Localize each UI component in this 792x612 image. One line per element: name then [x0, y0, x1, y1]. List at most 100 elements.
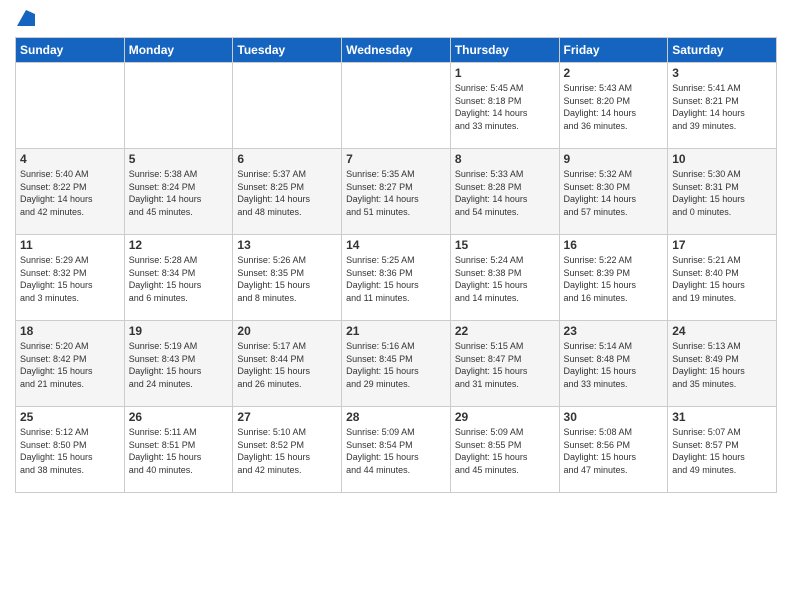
day-number: 6 [237, 152, 337, 166]
day-info: Sunrise: 5:22 AM Sunset: 8:39 PM Dayligh… [564, 254, 664, 304]
day-number: 9 [564, 152, 664, 166]
calendar-cell: 5Sunrise: 5:38 AM Sunset: 8:24 PM Daylig… [124, 149, 233, 235]
calendar-cell: 26Sunrise: 5:11 AM Sunset: 8:51 PM Dayli… [124, 407, 233, 493]
day-info: Sunrise: 5:26 AM Sunset: 8:35 PM Dayligh… [237, 254, 337, 304]
day-number: 26 [129, 410, 229, 424]
calendar-header: SundayMondayTuesdayWednesdayThursdayFrid… [16, 38, 777, 63]
day-number: 23 [564, 324, 664, 338]
day-number: 19 [129, 324, 229, 338]
weekday-header-tuesday: Tuesday [233, 38, 342, 63]
day-info: Sunrise: 5:40 AM Sunset: 8:22 PM Dayligh… [20, 168, 120, 218]
calendar-cell: 8Sunrise: 5:33 AM Sunset: 8:28 PM Daylig… [450, 149, 559, 235]
day-info: Sunrise: 5:28 AM Sunset: 8:34 PM Dayligh… [129, 254, 229, 304]
weekday-header-thursday: Thursday [450, 38, 559, 63]
day-info: Sunrise: 5:08 AM Sunset: 8:56 PM Dayligh… [564, 426, 664, 476]
day-number: 3 [672, 66, 772, 80]
day-number: 14 [346, 238, 446, 252]
day-info: Sunrise: 5:30 AM Sunset: 8:31 PM Dayligh… [672, 168, 772, 218]
header [15, 10, 777, 29]
calendar-week-4: 18 Sunrise: 5:20 AM Sunset: 8:42 PM Dayli… [16, 321, 777, 407]
calendar-cell: 30 Sunrise: 5:08 AM Sunset: 8:56 PM Dayli… [559, 407, 668, 493]
calendar-cell: 16 Sunrise: 5:22 AM Sunset: 8:39 PM Dayli… [559, 235, 668, 321]
calendar-cell: 18 Sunrise: 5:20 AM Sunset: 8:42 PM Dayli… [16, 321, 125, 407]
day-info: Sunrise: 5:29 AM Sunset: 8:32 PM Dayligh… [20, 254, 120, 304]
calendar-week-3: 11 Sunrise: 5:29 AM Sunset: 8:32 PM Dayli… [16, 235, 777, 321]
day-info: Sunrise: 5:33 AM Sunset: 8:28 PM Dayligh… [455, 168, 555, 218]
calendar: SundayMondayTuesdayWednesdayThursdayFrid… [15, 37, 777, 493]
calendar-cell: 3 Sunrise: 5:41 AM Sunset: 8:21 PM Daylig… [668, 63, 777, 149]
day-info: Sunrise: 5:45 AM Sunset: 8:18 PM Dayligh… [455, 82, 555, 132]
calendar-cell: 21 Sunrise: 5:16 AM Sunset: 8:45 PM Dayli… [342, 321, 451, 407]
day-info: Sunrise: 5:38 AM Sunset: 8:24 PM Dayligh… [129, 168, 229, 218]
day-number: 30 [564, 410, 664, 424]
page: SundayMondayTuesdayWednesdayThursdayFrid… [0, 0, 792, 612]
calendar-cell: 17Sunrise: 5:21 AM Sunset: 8:40 PM Dayli… [668, 235, 777, 321]
calendar-cell: 10 Sunrise: 5:30 AM Sunset: 8:31 PM Dayli… [668, 149, 777, 235]
day-number: 31 [672, 410, 772, 424]
day-info: Sunrise: 5:15 AM Sunset: 8:47 PM Dayligh… [455, 340, 555, 390]
calendar-cell [342, 63, 451, 149]
logo-icon [17, 10, 35, 26]
day-info: Sunrise: 5:25 AM Sunset: 8:36 PM Dayligh… [346, 254, 446, 304]
day-number: 20 [237, 324, 337, 338]
calendar-cell: 12 Sunrise: 5:28 AM Sunset: 8:34 PM Dayli… [124, 235, 233, 321]
day-info: Sunrise: 5:20 AM Sunset: 8:42 PM Dayligh… [20, 340, 120, 390]
logo [15, 10, 35, 29]
calendar-cell: 11 Sunrise: 5:29 AM Sunset: 8:32 PM Dayli… [16, 235, 125, 321]
calendar-cell [16, 63, 125, 149]
day-info: Sunrise: 5:17 AM Sunset: 8:44 PM Dayligh… [237, 340, 337, 390]
day-info: Sunrise: 5:13 AM Sunset: 8:49 PM Dayligh… [672, 340, 772, 390]
day-info: Sunrise: 5:09 AM Sunset: 8:54 PM Dayligh… [346, 426, 446, 476]
calendar-cell: 2 Sunrise: 5:43 AM Sunset: 8:20 PM Daylig… [559, 63, 668, 149]
weekday-header-monday: Monday [124, 38, 233, 63]
weekday-header-sunday: Sunday [16, 38, 125, 63]
day-number: 17 [672, 238, 772, 252]
calendar-cell: 19 Sunrise: 5:19 AM Sunset: 8:43 PM Dayli… [124, 321, 233, 407]
day-info: Sunrise: 5:41 AM Sunset: 8:21 PM Dayligh… [672, 82, 772, 132]
day-number: 24 [672, 324, 772, 338]
day-number: 28 [346, 410, 446, 424]
day-info: Sunrise: 5:10 AM Sunset: 8:52 PM Dayligh… [237, 426, 337, 476]
calendar-cell: 15 Sunrise: 5:24 AM Sunset: 8:38 PM Dayli… [450, 235, 559, 321]
day-number: 13 [237, 238, 337, 252]
day-number: 21 [346, 324, 446, 338]
calendar-body: 1Sunrise: 5:45 AM Sunset: 8:18 PM Daylig… [16, 63, 777, 493]
day-number: 27 [237, 410, 337, 424]
calendar-cell: 14 Sunrise: 5:25 AM Sunset: 8:36 PM Dayli… [342, 235, 451, 321]
calendar-week-5: 25 Sunrise: 5:12 AM Sunset: 8:50 PM Dayli… [16, 407, 777, 493]
day-number: 2 [564, 66, 664, 80]
day-info: Sunrise: 5:14 AM Sunset: 8:48 PM Dayligh… [564, 340, 664, 390]
day-info: Sunrise: 5:19 AM Sunset: 8:43 PM Dayligh… [129, 340, 229, 390]
day-info: Sunrise: 5:07 AM Sunset: 8:57 PM Dayligh… [672, 426, 772, 476]
calendar-cell: 25 Sunrise: 5:12 AM Sunset: 8:50 PM Dayli… [16, 407, 125, 493]
calendar-cell: 20 Sunrise: 5:17 AM Sunset: 8:44 PM Dayli… [233, 321, 342, 407]
day-number: 15 [455, 238, 555, 252]
calendar-cell: 6 Sunrise: 5:37 AM Sunset: 8:25 PM Daylig… [233, 149, 342, 235]
day-info: Sunrise: 5:35 AM Sunset: 8:27 PM Dayligh… [346, 168, 446, 218]
calendar-cell: 29 Sunrise: 5:09 AM Sunset: 8:55 PM Dayli… [450, 407, 559, 493]
calendar-week-1: 1Sunrise: 5:45 AM Sunset: 8:18 PM Daylig… [16, 63, 777, 149]
day-number: 25 [20, 410, 120, 424]
weekday-header-saturday: Saturday [668, 38, 777, 63]
day-info: Sunrise: 5:43 AM Sunset: 8:20 PM Dayligh… [564, 82, 664, 132]
day-info: Sunrise: 5:24 AM Sunset: 8:38 PM Dayligh… [455, 254, 555, 304]
day-number: 18 [20, 324, 120, 338]
day-number: 29 [455, 410, 555, 424]
day-info: Sunrise: 5:09 AM Sunset: 8:55 PM Dayligh… [455, 426, 555, 476]
day-number: 10 [672, 152, 772, 166]
calendar-cell: 13 Sunrise: 5:26 AM Sunset: 8:35 PM Dayli… [233, 235, 342, 321]
calendar-cell: 9Sunrise: 5:32 AM Sunset: 8:30 PM Daylig… [559, 149, 668, 235]
calendar-cell: 27 Sunrise: 5:10 AM Sunset: 8:52 PM Dayli… [233, 407, 342, 493]
day-info: Sunrise: 5:37 AM Sunset: 8:25 PM Dayligh… [237, 168, 337, 218]
calendar-cell [233, 63, 342, 149]
day-info: Sunrise: 5:12 AM Sunset: 8:50 PM Dayligh… [20, 426, 120, 476]
day-number: 12 [129, 238, 229, 252]
calendar-cell: 22 Sunrise: 5:15 AM Sunset: 8:47 PM Dayli… [450, 321, 559, 407]
calendar-cell: 24 Sunrise: 5:13 AM Sunset: 8:49 PM Dayli… [668, 321, 777, 407]
day-number: 11 [20, 238, 120, 252]
weekday-row: SundayMondayTuesdayWednesdayThursdayFrid… [16, 38, 777, 63]
day-number: 22 [455, 324, 555, 338]
day-number: 16 [564, 238, 664, 252]
day-info: Sunrise: 5:16 AM Sunset: 8:45 PM Dayligh… [346, 340, 446, 390]
calendar-cell: 1Sunrise: 5:45 AM Sunset: 8:18 PM Daylig… [450, 63, 559, 149]
